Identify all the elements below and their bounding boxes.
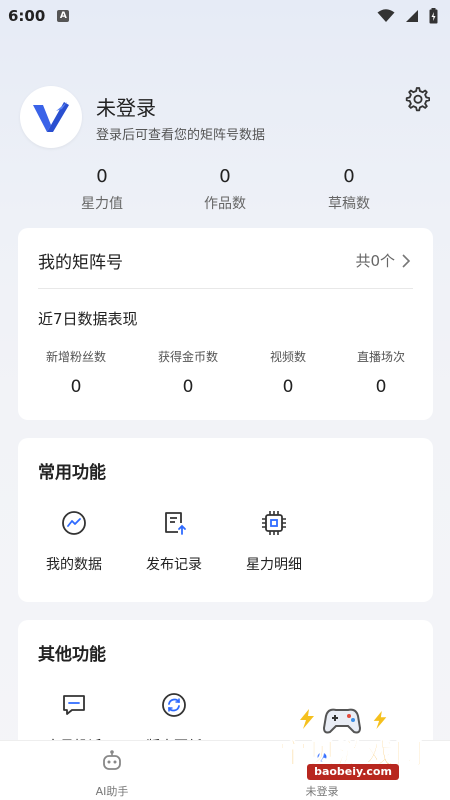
stat-drafts[interactable]: 0 草稿数 (289, 166, 409, 213)
avatar[interactable] (20, 86, 82, 148)
metric-value: 0 (282, 377, 294, 397)
func-label: 我的数据 (46, 557, 102, 573)
lightning-icon (373, 711, 387, 729)
feedback-icon (63, 695, 85, 715)
metric-live-sessions: 直播场次 0 (331, 348, 431, 397)
gear-icon[interactable] (404, 86, 430, 112)
profile-name[interactable]: 未登录 (96, 92, 156, 121)
metric-label: 新增粉丝数 (45, 350, 106, 364)
metric-value: 0 (182, 377, 194, 397)
metric-videos: 视频数 0 (238, 348, 338, 397)
stat-value: 0 (96, 166, 108, 187)
notification-a-icon: A (57, 10, 70, 22)
stat-value: 0 (219, 166, 231, 187)
metric-new-fans: 新增粉丝数 0 (26, 348, 126, 397)
metric-label: 直播场次 (356, 350, 405, 364)
wifi-icon (377, 9, 395, 22)
matrix-count-link[interactable]: 共0个 (355, 250, 411, 271)
matrix-title[interactable]: 我的矩阵号 (38, 248, 123, 273)
chevron-right-icon (402, 253, 411, 268)
divider (38, 288, 413, 289)
nav-ai-assistant[interactable]: AI助手 (72, 749, 152, 799)
stat-label: 星力值 (81, 196, 123, 212)
publish-record-icon (165, 512, 186, 535)
status-time: 6:00 (8, 7, 46, 25)
metric-label: 视频数 (269, 350, 306, 364)
refresh-icon (162, 693, 186, 717)
watermark: 宝贝游戏网 baobeiy.com (275, 700, 445, 790)
nav-label: AI助手 (95, 785, 129, 798)
common-functions-title: 常用功能 (38, 463, 106, 483)
matrix-card: 我的矩阵号 共0个 近7日数据表现 新增粉丝数 0 获得金币数 0 视频数 0 … (18, 228, 433, 420)
metric-label: 获得金币数 (157, 350, 218, 364)
metric-value: 0 (70, 377, 82, 397)
battery-icon (429, 8, 438, 24)
recent-data-title: 近7日数据表现 (38, 310, 138, 328)
common-functions-card: 常用功能 我的数据 发布记录 星力明细 (18, 438, 433, 602)
func-my-data[interactable]: 我的数据 (24, 510, 124, 574)
func-label: 发布记录 (146, 557, 202, 573)
status-icons (377, 8, 438, 24)
stat-value: 0 (343, 166, 355, 187)
other-functions-title: 其他功能 (38, 645, 106, 665)
func-star-power-detail[interactable]: 星力明细 (224, 510, 324, 574)
stat-star-power[interactable]: 0 星力值 (42, 166, 162, 213)
chart-icon (62, 511, 86, 535)
signal-icon (406, 10, 418, 22)
matrix-count: 共0个 (355, 252, 395, 270)
profile-stats: 0 星力值 0 作品数 0 草稿数 (0, 166, 450, 216)
lightning-icon (300, 709, 314, 729)
stat-works[interactable]: 0 作品数 (165, 166, 285, 213)
brand-logo-icon (33, 102, 69, 132)
metric-coins: 获得金币数 0 (138, 348, 238, 397)
stat-label: 作品数 (204, 196, 246, 212)
metric-value: 0 (375, 377, 387, 397)
func-publish-record[interactable]: 发布记录 (124, 510, 224, 574)
watermark-url: baobeiy.com (307, 764, 399, 780)
robot-icon (103, 750, 121, 770)
chip-icon (262, 511, 286, 535)
status-bar: 6:00 A (0, 0, 450, 32)
profile-subtitle: 登录后可查看您的矩阵号数据 (96, 128, 266, 143)
func-label: 星力明细 (246, 557, 302, 573)
profile-header: 未登录 登录后可查看您的矩阵号数据 (20, 86, 430, 152)
stat-label: 草稿数 (328, 196, 370, 212)
